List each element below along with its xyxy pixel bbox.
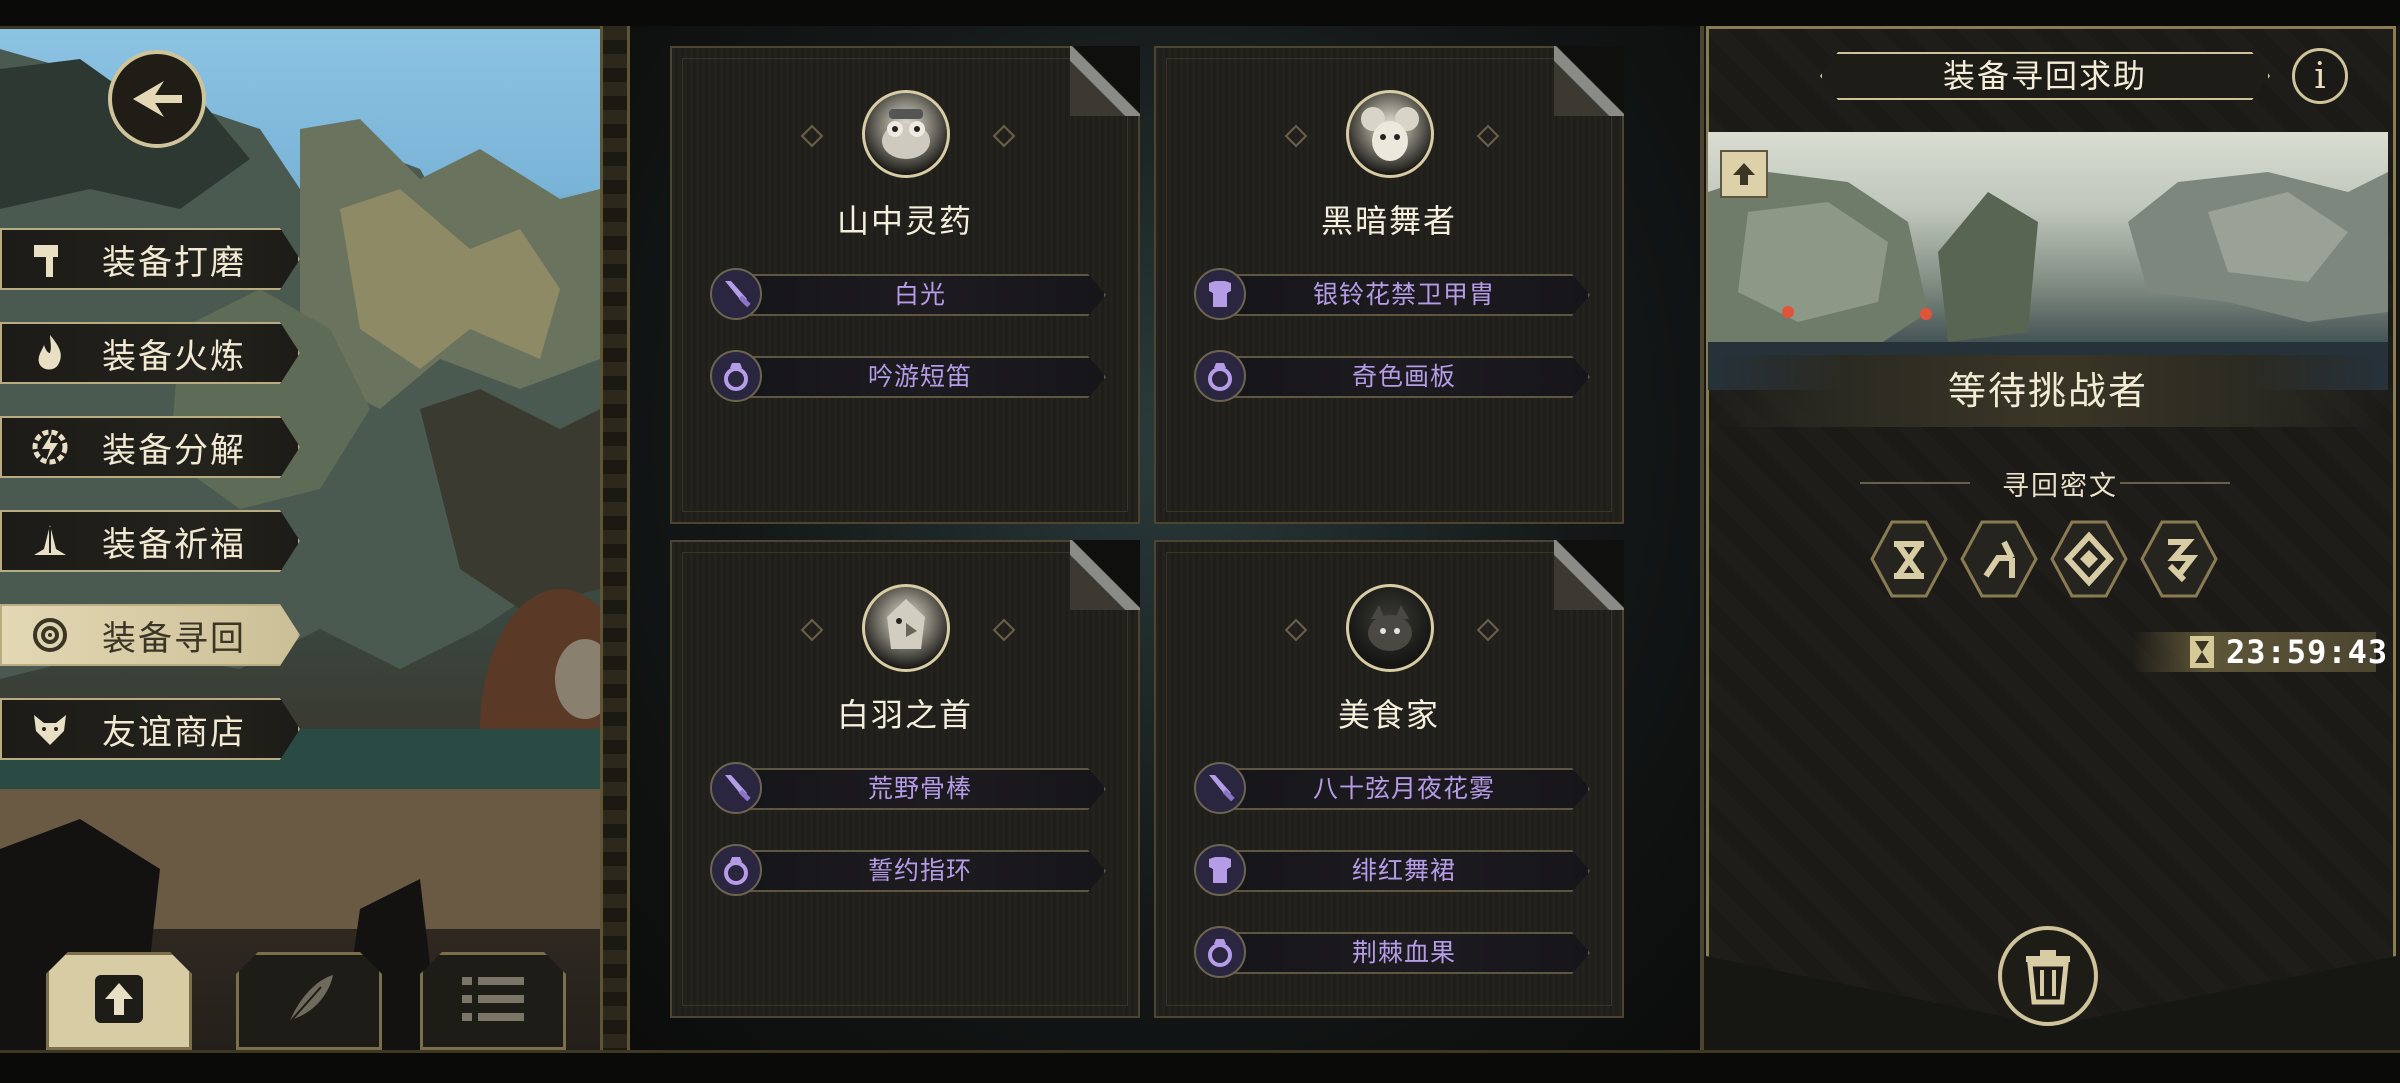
trash-icon: [2026, 950, 2070, 1005]
equipment-name: 吟游短笛: [867, 362, 972, 391]
mouse-avatar: [1361, 107, 1419, 161]
character-name: 山中灵药: [836, 202, 973, 240]
bottom-bar: [0, 1050, 2400, 1083]
equipment-name: 八十弦月夜花雾: [1312, 774, 1495, 803]
menu-item-label: 装备火炼: [102, 336, 246, 377]
top-bar: [0, 0, 2400, 29]
countdown-timer: 23:59:43: [2226, 633, 2389, 671]
menu-item-label: 友谊商店: [102, 712, 246, 753]
stage-status: 等待挑战者: [1947, 369, 2148, 413]
menu-item-label: 装备分解: [102, 430, 246, 471]
equipment-slot[interactable]: 吟游短笛: [710, 350, 1106, 402]
equipment-slot[interactable]: 八十弦月夜花雾: [1194, 762, 1590, 814]
hourglass-icon: [2190, 636, 2214, 668]
target-icon: [28, 613, 72, 657]
menu-item-label: 装备寻回: [102, 618, 246, 659]
rune-slot[interactable]: [2138, 518, 2220, 600]
rune-3-icon: [2050, 520, 2128, 598]
character-card[interactable]: 美食家 八十弦月夜花雾 绯红舞裙 荆棘血果: [1154, 540, 1624, 1018]
equipment-slot[interactable]: 绯红舞裙: [1194, 844, 1590, 896]
gear-bolt-icon: [28, 425, 72, 469]
stage-preview-image: [1708, 132, 2388, 390]
delete-button[interactable]: [1998, 926, 2098, 1026]
menu-item-retrieve[interactable]: 装备寻回: [0, 604, 300, 666]
equipment-name: 银铃花禁卫甲胄: [1312, 280, 1495, 309]
rune-4-icon: [2140, 520, 2218, 598]
menu-item-friendship-shop[interactable]: 友谊商店: [0, 698, 300, 760]
equipment-slot[interactable]: 银铃花禁卫甲胄: [1194, 268, 1590, 320]
upload-icon: [1733, 163, 1755, 185]
list-icon: [458, 969, 528, 1033]
equipment-name: 荒野骨棒: [867, 774, 972, 803]
frog-avatar: [882, 109, 930, 159]
ornament: [800, 618, 824, 642]
beast-avatar: [1368, 605, 1412, 651]
bird-avatar: [887, 599, 925, 649]
fox-icon: [28, 707, 72, 751]
equipment-slot[interactable]: 白光: [710, 268, 1106, 320]
equipment-slot[interactable]: 荆棘血果: [1194, 926, 1590, 978]
panel-divider: [600, 26, 630, 1050]
tab-feather[interactable]: [236, 952, 382, 1050]
rune-slot[interactable]: [2048, 518, 2130, 600]
back-arrow-icon: [129, 77, 184, 121]
flame-icon: [28, 331, 72, 375]
equipment-name: 奇色画板: [1351, 362, 1456, 391]
equipment-slot[interactable]: 奇色画板: [1194, 350, 1590, 402]
equipment-name: 白光: [893, 280, 946, 309]
menu-item-forge[interactable]: 装备火炼: [0, 322, 300, 384]
cipher-label: 寻回密文: [2002, 471, 2118, 502]
equipment-slot[interactable]: 荒野骨棒: [710, 762, 1106, 814]
ornament: [1476, 618, 1500, 642]
ornament: [1284, 124, 1308, 148]
character-avatar: [862, 584, 950, 672]
upload-icon: [87, 967, 151, 1035]
character-card[interactable]: 黑暗舞者 银铃花禁卫甲胄 奇色画板: [1154, 46, 1624, 524]
ornament: [1284, 618, 1308, 642]
page-fold: [1070, 540, 1140, 610]
rune-2-icon: [1960, 520, 2038, 598]
rune-slot[interactable]: [1958, 518, 2040, 600]
feather-icon: [277, 967, 341, 1035]
menu-item-disassemble[interactable]: 装备分解: [0, 416, 300, 478]
rune-slot[interactable]: [1868, 518, 1950, 600]
ornament: [1476, 124, 1500, 148]
character-card[interactable]: 山中灵药 白光 吟游短笛: [670, 46, 1140, 524]
character-avatar: [1346, 584, 1434, 672]
character-avatar: [862, 90, 950, 178]
equipment-name: 绯红舞裙: [1351, 856, 1456, 885]
panel-title: 装备寻回求助: [1942, 57, 2147, 95]
equipment-slot[interactable]: 誓约指环: [710, 844, 1106, 896]
ornament: [992, 124, 1016, 148]
ornament: [992, 618, 1016, 642]
stage-corner-button[interactable]: [1720, 150, 1768, 198]
tab-list[interactable]: [420, 952, 566, 1050]
page-fold: [1554, 540, 1624, 610]
menu-item-label: 装备打磨: [102, 242, 246, 283]
back-button[interactable]: [108, 50, 206, 148]
menu-item-label: 装备祈福: [102, 524, 246, 565]
character-name: 美食家: [1337, 696, 1440, 734]
equipment-name: 誓约指环: [867, 856, 972, 885]
page-fold: [1070, 46, 1140, 116]
tab-upload[interactable]: [46, 952, 192, 1050]
menu-item-bless[interactable]: 装备祈福: [0, 510, 300, 572]
praying-hands-icon: [28, 519, 72, 563]
character-name: 黑暗舞者: [1320, 202, 1457, 240]
page-fold: [1554, 46, 1624, 116]
hammer-icon: [28, 237, 72, 281]
card-grid: 山中灵药 白光 吟游短笛 黑暗舞者 银铃花禁卫甲胄 奇色画板 白羽之首 荒野骨棒…: [630, 26, 1700, 1050]
ornament: [800, 124, 824, 148]
equipment-name: 荆棘血果: [1351, 938, 1456, 967]
character-avatar: [1346, 90, 1434, 178]
info-icon: i: [2314, 55, 2326, 97]
rune-1-icon: [1870, 520, 1948, 598]
menu-item-polish[interactable]: 装备打磨: [0, 228, 300, 290]
character-name: 白羽之首: [836, 696, 973, 734]
info-button[interactable]: i: [2292, 48, 2348, 104]
character-card[interactable]: 白羽之首 荒野骨棒 誓约指环: [670, 540, 1140, 1018]
